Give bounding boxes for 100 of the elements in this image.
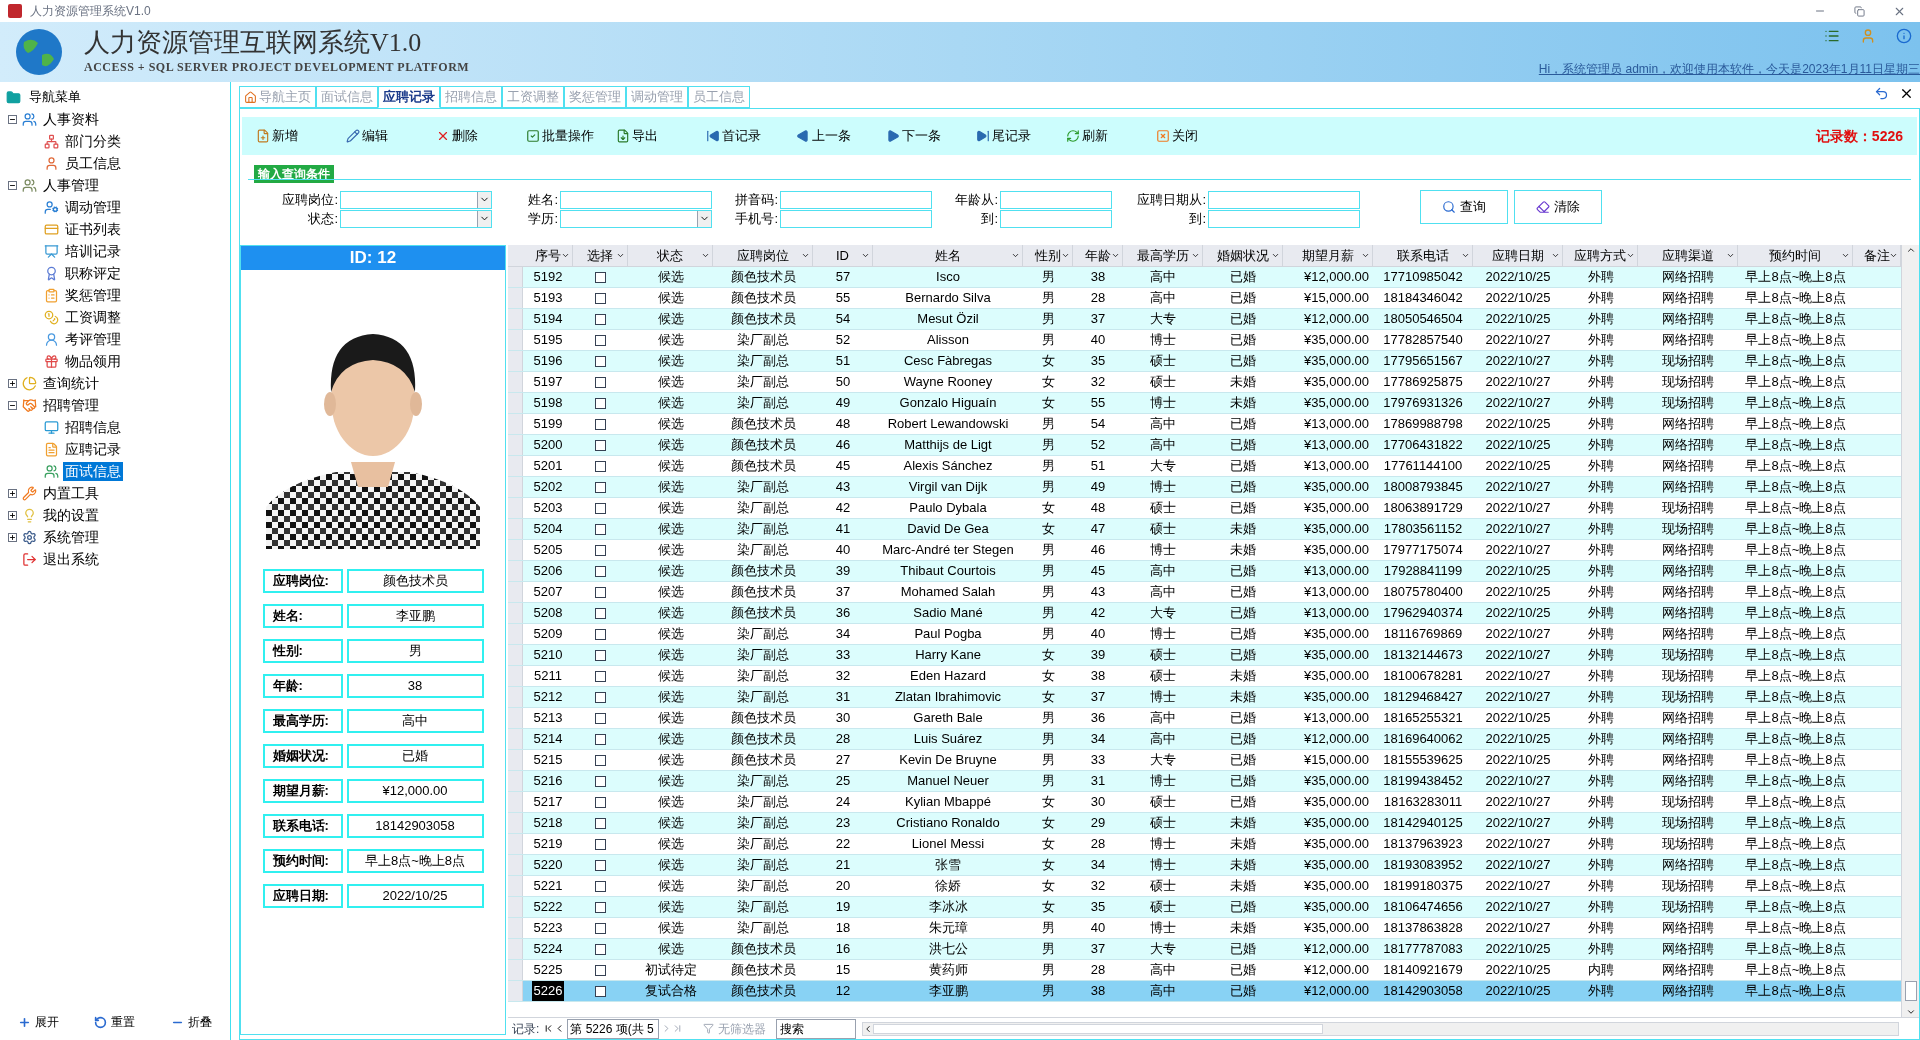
checkbox[interactable] [595,292,606,304]
dropdown-field[interactable] [340,209,492,228]
expand-toggle[interactable] [8,488,17,498]
tree-item[interactable]: 招聘管理 [41,395,101,415]
tree-action-button[interactable]: 展开 [17,1013,59,1031]
scrollbar-thumb[interactable] [1904,981,1917,1001]
dropdown-icon[interactable] [1551,251,1560,260]
table-row[interactable]: 5214 候选 颜色技术员 28 Luis Suárez 男 34 高中 已婚 ¥12,000.00 18169640062 2022/10/25 外聘 网络招聘 早上8点~晚上8点 [508,729,1901,750]
search-field[interactable]: 搜索 [776,1018,857,1039]
horizontal-scrollbar[interactable] [862,1021,1899,1036]
column-header[interactable]: 应聘方式 [1574,245,1626,266]
dropdown-button[interactable] [477,210,491,227]
dropdown-field[interactable] [560,209,712,228]
dropdown-icon[interactable] [1461,251,1470,260]
tree-item[interactable]: 面试信息 [63,461,123,481]
column-header[interactable]: 性别 [1034,245,1061,266]
column-header[interactable]: 预约时间 [1769,245,1821,266]
checkbox[interactable] [595,796,606,808]
checkbox[interactable] [595,355,606,367]
table-row[interactable]: 5222 候选 染厂副总 19 李冰冰 女 35 硕士 已婚 ¥35,000.00 18106474656 2022/10/27 外聘 现场招聘 早上8点~晚上8点 [508,897,1901,918]
table-row[interactable]: 5204 候选 染厂副总 41 David De Gea 女 47 硕士 未婚 ¥35,000.00 17803561152 2022/10/27 外聘 现场招聘 早上8点~晚上8点 [508,519,1901,540]
table-row[interactable]: 5225 初试待定 颜色技术员 15 黄药师 男 28 高中 已婚 ¥12,000.00 18140921679 2022/10/25 内聘 网络招聘 早上8点~晚上8点 [508,960,1901,981]
checkbox[interactable] [595,544,606,556]
table-row[interactable]: 5215 候选 颜色技术员 27 Kevin De Bruyne 男 33 大专 已婚 ¥15,000.00 18155539625 2022/10/25 外聘 网络招聘 早上8点~晚上8点 [508,750,1901,771]
checkbox[interactable] [595,313,606,325]
checkbox[interactable] [595,859,606,871]
toolbar-button[interactable]: 关闭 [1156,126,1246,146]
checkbox[interactable] [595,712,606,724]
tree-item[interactable]: 我的设置 [41,505,101,525]
text-field[interactable] [560,190,712,209]
checkbox[interactable] [595,334,606,346]
checkbox[interactable] [595,691,606,703]
tree-item[interactable]: 工资调整 [63,307,123,327]
toolbar-button[interactable]: 下一条 [886,126,976,146]
column-header[interactable]: 选择 [587,245,613,266]
table-row[interactable]: 5213 候选 颜色技术员 30 Gareth Bale 男 36 高中 已婚 ¥13,000.00 18165255321 2022/10/25 外聘 网络招聘 早上8点~晚上8点 [508,708,1901,729]
checkbox[interactable] [595,481,606,493]
checkbox[interactable] [595,964,606,976]
column-header[interactable]: ID [836,245,849,266]
table-row[interactable]: 5202 候选 染厂副总 43 Virgil van Dijk 男 49 博士 已婚 ¥35,000.00 18008793845 2022/10/27 外聘 网络招聘 早上8点~晚上8点 [508,477,1901,498]
scrollbar-thumb[interactable] [873,1023,1324,1034]
table-row[interactable]: 5196 候选 染厂副总 51 Cesc Fàbregas 女 35 硕士 已婚 ¥35,000.00 17795651567 2022/10/27 外聘 现场招聘 早上8点~晚上8点 [508,351,1901,372]
column-header[interactable]: 年龄 [1084,245,1111,266]
checkbox[interactable] [595,502,606,514]
collapse-toggle[interactable] [8,114,17,124]
table-row[interactable]: 5207 候选 颜色技术员 37 Mohamed Salah 男 43 高中 已婚 ¥13,000.00 18075780400 2022/10/25 外聘 网络招聘 早上8点~晚上8点 [508,582,1901,603]
toolbar-button[interactable]: 刷新 [1066,126,1156,146]
tree-item[interactable]: 证书列表 [63,219,123,239]
toolbar-button[interactable]: 删除 [436,126,526,146]
checkbox[interactable] [595,586,606,598]
table-row[interactable]: 5198 候选 染厂副总 49 Gonzalo Higuaín 女 55 博士 未婚 ¥35,000.00 17976931326 2022/10/27 外聘 现场招聘 早上8点~晚上8点 [508,393,1901,414]
column-header[interactable]: 应聘渠道 [1661,245,1714,266]
table-row[interactable]: 5205 候选 染厂副总 40 Marc-André ter Stegen 男 46 博士 未婚 ¥35,000.00 17977175074 2022/10/27 外聘 网络招聘 早上8点~晚上8点 [508,540,1901,561]
text-field[interactable] [1208,209,1360,228]
table-row[interactable]: 5199 候选 颜色技术员 48 Robert Lewandowski 男 54 高中 已婚 ¥13,000.00 17869988798 2022/10/25 外聘 网络招聘 早上8点~晚上8点 [508,414,1901,435]
tree-action-button[interactable]: 折叠 [171,1013,213,1031]
dropdown-icon[interactable] [1889,251,1898,260]
collapse-toggle[interactable] [8,400,17,410]
tree-item[interactable]: 奖惩管理 [63,285,123,305]
column-header[interactable]: 婚姻状况 [1216,245,1269,266]
toolbar-button[interactable]: 首记录 [706,126,796,146]
checkbox[interactable] [595,523,606,535]
checkbox[interactable] [595,439,606,451]
restore-icon[interactable] [1854,5,1865,17]
checkbox[interactable] [595,607,606,619]
scroll-down-icon[interactable] [1905,1007,1916,1017]
dropdown-icon[interactable] [1361,251,1370,260]
checkbox[interactable] [595,733,606,745]
dropdown-icon[interactable] [1191,251,1200,260]
dropdown-icon[interactable] [1726,251,1735,260]
table-row[interactable]: 5220 候选 染厂副总 21 张雪 女 34 博士 未婚 ¥35,000.00 18193083952 2022/10/27 外聘 网络招聘 早上8点~晚上8点 [508,855,1901,876]
tree-item[interactable]: 退出系统 [41,549,101,569]
table-row[interactable]: 5192 候选 颜色技术员 57 Isco 男 38 高中 已婚 ¥12,000.00 17710985042 2022/10/25 外聘 网络招聘 早上8点~晚上8点 [508,267,1901,288]
table-row[interactable]: 5217 候选 染厂副总 24 Kylian Mbappé 女 30 硕士 已婚 ¥35,000.00 18163283011 2022/10/27 外聘 现场招聘 早上8点~晚上8点 [508,792,1901,813]
dropdown-icon[interactable] [1271,251,1280,260]
table-row[interactable]: 5197 候选 染厂副总 50 Wayne Rooney 女 32 硕士 未婚 ¥35,000.00 17786925875 2022/10/27 外聘 现场招聘 早上8点~晚上8点 [508,372,1901,393]
tree-item[interactable]: 查询统计 [41,373,101,393]
query-button[interactable]: 查询 [1420,190,1508,224]
table-row[interactable]: 5224 候选 颜色技术员 16 洪七公 男 37 大专 已婚 ¥12,000.00 18177787083 2022/10/25 外聘 网络招聘 早上8点~晚上8点 [508,939,1901,960]
list-icon[interactable] [1824,28,1840,44]
table-row[interactable]: 5208 候选 颜色技术员 36 Sadio Mané 男 42 大专 已婚 ¥13,000.00 17962940374 2022/10/25 外聘 网络招聘 早上8点~晚上8点 [508,603,1901,624]
text-field[interactable] [1000,209,1112,228]
checkbox[interactable] [595,670,606,682]
checkbox[interactable] [595,922,606,934]
tree-item[interactable]: 内置工具 [41,483,101,503]
tree-root[interactable]: 导航菜单 [29,87,81,107]
column-header[interactable]: 姓名 [934,245,961,266]
column-header[interactable]: 应聘岗位 [736,245,789,266]
table-row[interactable]: 5219 候选 染厂副总 22 Lionel Messi 女 28 博士 未婚 ¥35,000.00 18137963923 2022/10/27 外聘 现场招聘 早上8点~晚上8点 [508,834,1901,855]
tree-item[interactable]: 职称评定 [63,263,123,283]
checkbox[interactable] [595,943,606,955]
table-row[interactable]: 5209 候选 染厂副总 34 Paul Pogba 男 40 博士 已婚 ¥35,000.00 18116769869 2022/10/27 外聘 网络招聘 早上8点~晚上8点 [508,624,1901,645]
table-row[interactable]: 5194 候选 颜色技术员 54 Mesut Özil 男 37 大专 已婚 ¥12,000.00 18050546504 2022/10/25 外聘 网络招聘 早上8点~晚上8点 [508,309,1901,330]
dropdown-button[interactable] [697,210,711,227]
table-row[interactable]: 5211 候选 染厂副总 32 Eden Hazard 女 38 硕士 未婚 ¥35,000.00 18100678281 2022/10/27 外聘 现场招聘 早上8点~晚上8点 [508,666,1901,687]
vertical-scrollbar[interactable] [1901,245,1919,1017]
checkbox[interactable] [595,460,606,472]
checkbox[interactable] [595,901,606,913]
table-row[interactable]: 5203 候选 染厂副总 42 Paulo Dybala 女 48 硕士 已婚 ¥35,000.00 18063891729 2022/10/27 外聘 现场招聘 早上8点~晚上8点 [508,498,1901,519]
checkbox[interactable] [595,985,606,997]
